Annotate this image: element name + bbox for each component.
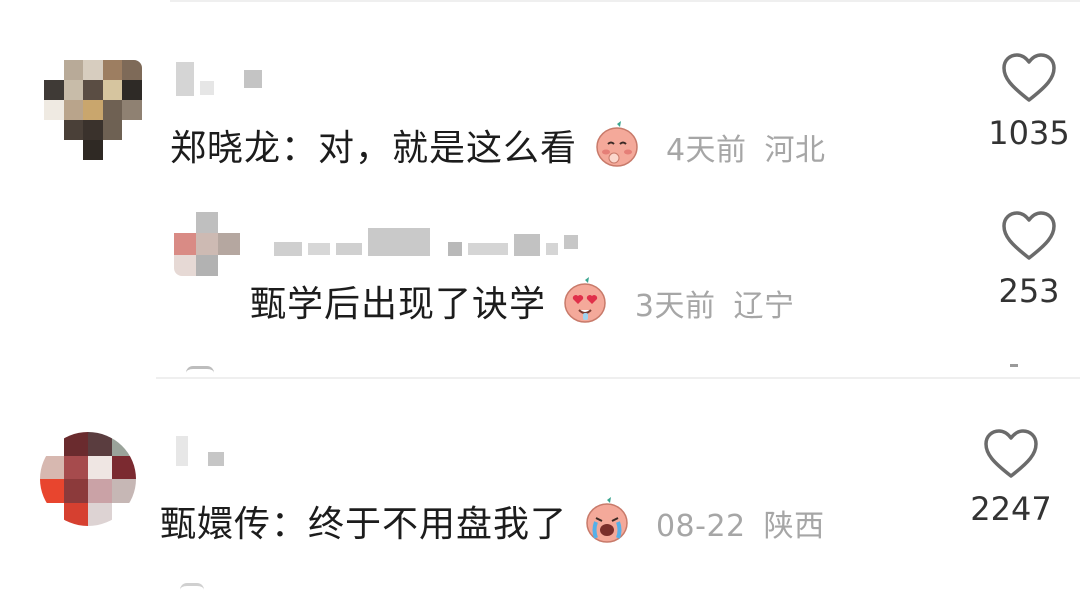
like-count: 2247 [970, 490, 1052, 528]
top-divider [170, 0, 1080, 2]
comment-body: 对，就是这么看 [318, 128, 578, 169]
like-button[interactable]: 1035 [974, 52, 1080, 152]
avatar[interactable] [44, 60, 142, 160]
heart-outline-icon[interactable] [1001, 210, 1057, 262]
comment-time: 08-22 [655, 509, 746, 544]
reply-location: 辽宁 [733, 289, 795, 324]
username-blurred[interactable] [176, 436, 230, 466]
comment-text[interactable]: 甄嬛传：终于不用盘我了 08-22 陕西 [160, 496, 825, 549]
reply-body: 甄学后出现了诀学 [250, 284, 547, 325]
heart-outline-icon[interactable] [983, 428, 1039, 480]
cut-off-avatar-edge [186, 366, 214, 373]
reply-text[interactable]: 甄学后出现了诀学 3天前 辽宁 [250, 276, 795, 329]
comment-location: 河北 [764, 133, 826, 168]
blushing-face-emoji [595, 121, 638, 167]
comment-location: 陕西 [763, 509, 825, 544]
cut-off-heart-edge [1010, 364, 1018, 373]
avatar[interactable] [174, 212, 240, 276]
like-count: 1035 [988, 114, 1070, 152]
comment-body: 终于不用盘我了 [308, 504, 568, 545]
heart-outline-icon[interactable] [1001, 52, 1057, 104]
comment-author[interactable]: 郑晓龙 [170, 128, 281, 169]
comment-time: 4天前 [665, 133, 747, 168]
like-count: 253 [998, 272, 1060, 310]
avatar[interactable] [40, 432, 136, 526]
username-blurred[interactable] [176, 62, 268, 96]
like-button[interactable]: 253 [974, 210, 1080, 310]
heart-eyes-face-emoji [564, 277, 607, 323]
comment-author[interactable]: 甄嬛传 [160, 504, 271, 545]
username-blurred[interactable] [274, 228, 584, 256]
like-button[interactable]: 2247 [956, 428, 1066, 528]
crying-face-emoji [585, 497, 628, 543]
comment-text[interactable]: 郑晓龙：对，就是这么看 4天前 河北 [170, 120, 826, 173]
reply-time: 3天前 [634, 289, 716, 324]
comment-separator: ： [281, 128, 319, 169]
comment-separator: ： [271, 504, 309, 545]
section-divider [156, 377, 1080, 379]
